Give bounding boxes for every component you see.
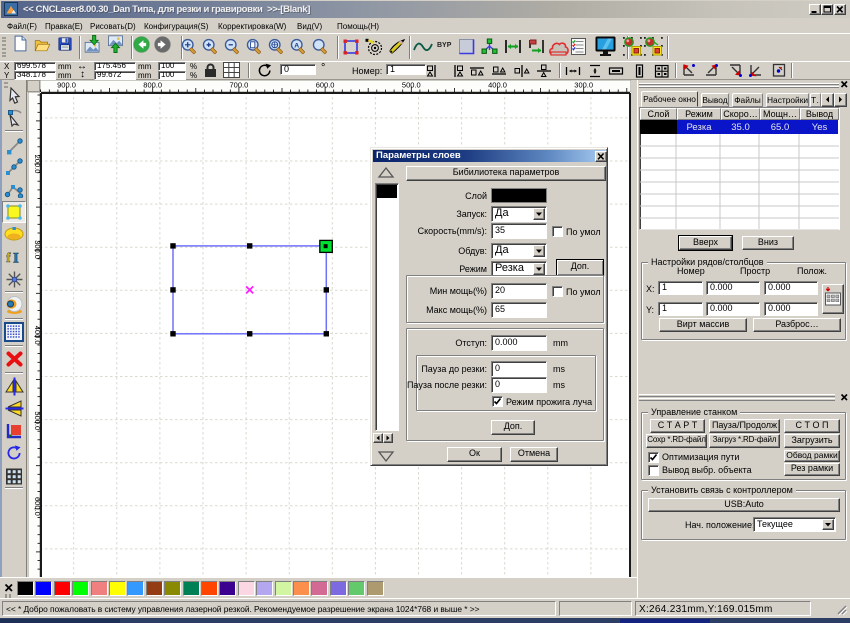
svg-text:I: I bbox=[13, 250, 19, 265]
svg-text:f: f bbox=[6, 251, 11, 265]
svg-text:300.0: 300.0 bbox=[33, 240, 40, 259]
svg-text:400.0: 400.0 bbox=[33, 326, 40, 345]
svg-text:A: A bbox=[294, 42, 299, 49]
